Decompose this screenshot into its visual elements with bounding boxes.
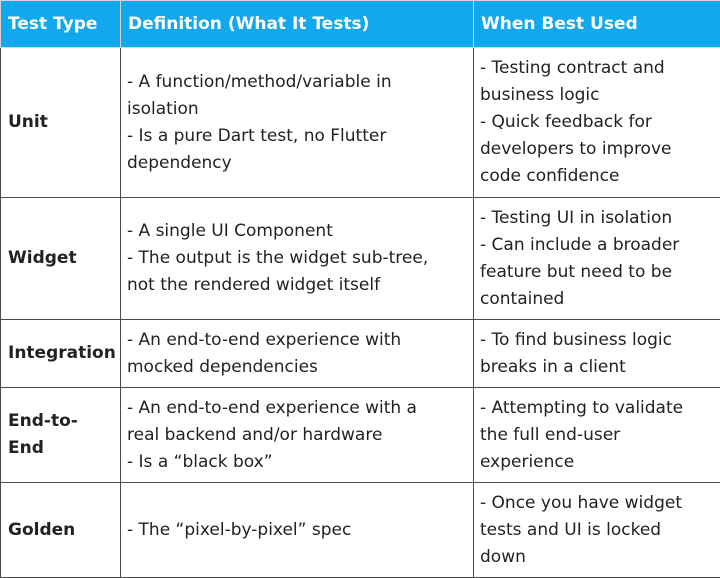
table-row: Golden - The “pixel-by-pixel” spec - Onc…	[1, 483, 720, 578]
header-row: Test Type Definition (What It Tests) Whe…	[1, 1, 720, 48]
test-type-cell: Integration	[1, 320, 121, 388]
when-line: the full end-user	[480, 422, 714, 449]
definition-line: - The output is the widget sub-tree,	[127, 245, 467, 272]
table-row: Widget - A single UI Component - The out…	[1, 198, 720, 320]
when-line: - Testing contract and	[480, 55, 714, 82]
when-line: - To find business logic	[480, 327, 714, 354]
when-line: business logic	[480, 82, 714, 109]
definition-line: - A single UI Component	[127, 218, 467, 245]
test-type-line: End	[8, 435, 114, 462]
definition-line: - The “pixel-by-pixel” spec	[127, 517, 467, 544]
when-line: - Can include a broader	[480, 232, 714, 259]
table-row: End-to- End - An end-to-end experience w…	[1, 388, 720, 483]
when-line: contained	[480, 286, 714, 313]
when-line: breaks in a client	[480, 354, 714, 381]
test-type-cell: Widget	[1, 198, 121, 320]
table-row: Unit - A function/method/variable in iso…	[1, 48, 720, 198]
definition-line: mocked dependencies	[127, 354, 467, 381]
when-line: developers to improve	[480, 136, 714, 163]
definition-cell: - An end-to-end experience with a real b…	[121, 388, 474, 483]
when-best-used-cell: - To find business logic breaks in a cli…	[474, 320, 720, 388]
when-line: - Attempting to validate	[480, 395, 714, 422]
when-best-used-cell: - Once you have widget tests and UI is l…	[474, 483, 720, 578]
test-type-cell: Unit	[1, 48, 121, 198]
definition-line: - Is a pure Dart test, no Flutter	[127, 123, 467, 150]
when-line: code confidence	[480, 163, 714, 190]
test-type-cell: End-to- End	[1, 388, 121, 483]
when-line: experience	[480, 449, 714, 476]
definition-line: - Is a “black box”	[127, 449, 467, 476]
when-line: feature but need to be	[480, 259, 714, 286]
when-line: - Quick feedback for	[480, 109, 714, 136]
definition-cell: - A single UI Component - The output is …	[121, 198, 474, 320]
definition-line: - A function/method/variable in	[127, 69, 467, 96]
when-line: tests and UI is locked	[480, 517, 714, 544]
when-line: down	[480, 544, 714, 571]
when-line: - Testing UI in isolation	[480, 205, 714, 232]
definition-cell: - A function/method/variable in isolatio…	[121, 48, 474, 198]
definition-line: dependency	[127, 150, 467, 177]
test-types-table: Test Type Definition (What It Tests) Whe…	[0, 0, 720, 578]
definition-line: - An end-to-end experience with	[127, 327, 467, 354]
header-when-best-used: When Best Used	[474, 1, 720, 48]
header-test-type: Test Type	[1, 1, 121, 48]
definition-line: - An end-to-end experience with a	[127, 395, 467, 422]
table-row: Integration - An end-to-end experience w…	[1, 320, 720, 388]
definition-cell: - An end-to-end experience with mocked d…	[121, 320, 474, 388]
definition-line: isolation	[127, 96, 467, 123]
when-best-used-cell: - Testing UI in isolation - Can include …	[474, 198, 720, 320]
test-type-line: End-to-	[8, 408, 114, 435]
when-line: - Once you have widget	[480, 490, 714, 517]
header-definition: Definition (What It Tests)	[121, 1, 474, 48]
definition-line: real backend and/or hardware	[127, 422, 467, 449]
definition-line: not the rendered widget itself	[127, 272, 467, 299]
when-best-used-cell: - Attempting to validate the full end-us…	[474, 388, 720, 483]
test-type-cell: Golden	[1, 483, 121, 578]
definition-cell: - The “pixel-by-pixel” spec	[121, 483, 474, 578]
when-best-used-cell: - Testing contract and business logic - …	[474, 48, 720, 198]
